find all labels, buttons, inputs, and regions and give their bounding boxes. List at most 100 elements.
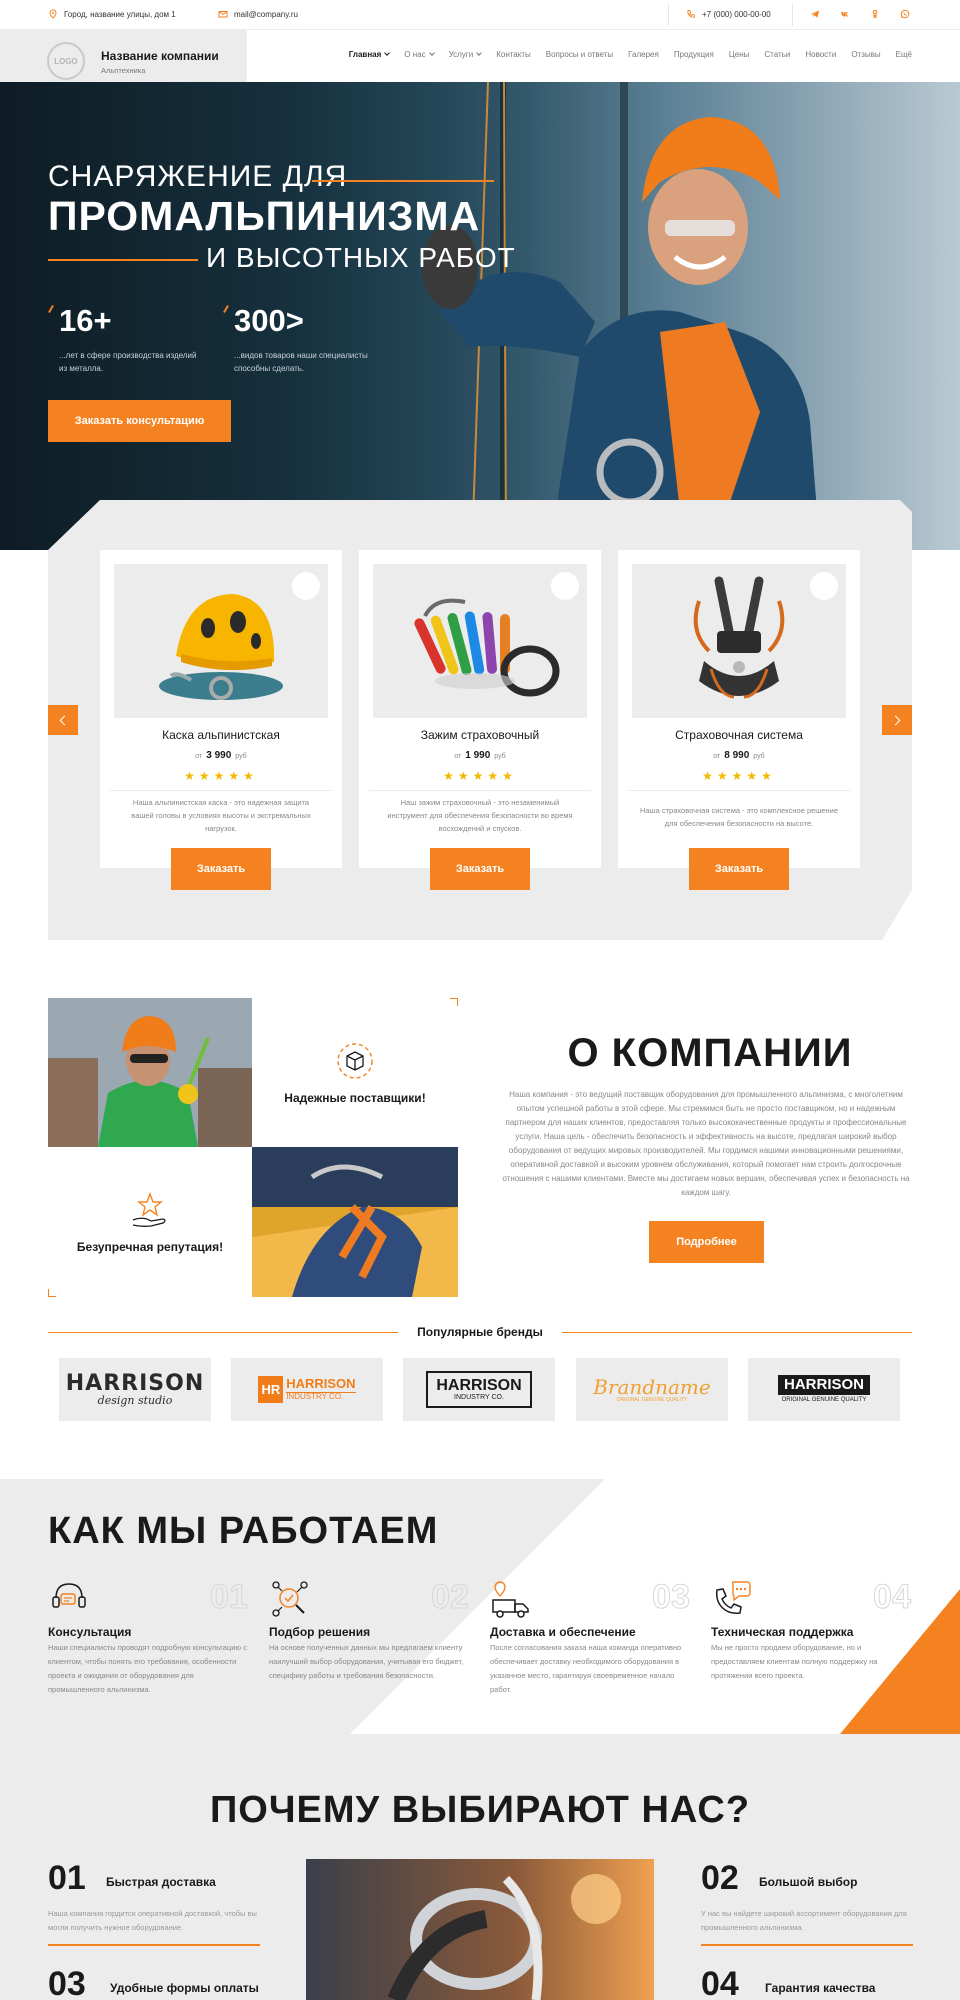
delivery-truck-icon bbox=[492, 1581, 529, 1618]
phone-icon bbox=[687, 10, 696, 18]
company-subtitle: Альптехника bbox=[101, 66, 146, 75]
order-consultation-button[interactable]: Заказать консультацию bbox=[48, 400, 231, 442]
box-icon bbox=[337, 1042, 373, 1079]
whatsapp-link[interactable] bbox=[900, 9, 910, 19]
why-item-title: Удобные формы оплаты bbox=[110, 1981, 259, 1995]
search-solution-icon bbox=[272, 1581, 308, 1617]
phone-link[interactable]: +7 (000) 000-00-00 bbox=[702, 10, 771, 19]
why-number: 04 bbox=[701, 1965, 739, 2000]
consultation-icon bbox=[52, 1583, 86, 1608]
step-description: Мы не просто продаем оборудование, но и … bbox=[711, 1643, 878, 1680]
ok-icon bbox=[872, 9, 878, 19]
support-phone-icon bbox=[716, 1581, 751, 1614]
order-button[interactable]: Заказать bbox=[430, 848, 530, 890]
mail-icon bbox=[218, 11, 228, 18]
feature-label: Надежные поставщики! bbox=[284, 1090, 426, 1105]
nav-item-prices[interactable]: Цены bbox=[729, 50, 750, 59]
product-description: Наш зажим страховочный - это незаменимый… bbox=[387, 798, 573, 833]
product-card: Зажим страховочный от 1 990 руб ★★★★★ Наш … bbox=[359, 550, 601, 890]
brand-logo[interactable]: HARRISON INDUSTRY CO. bbox=[403, 1358, 555, 1421]
logo[interactable]: LOGO bbox=[47, 42, 85, 80]
product-description: Наша страховочная система - это комплекс… bbox=[640, 806, 838, 828]
product-price: от 8 990 руб bbox=[713, 750, 765, 761]
feature-label: Безупречная репутация! bbox=[76, 1240, 224, 1254]
hero-rule-top bbox=[312, 180, 494, 182]
order-button[interactable]: Заказать bbox=[171, 848, 271, 890]
stat-years-number: 16+ bbox=[59, 303, 112, 338]
nav-item-services[interactable]: Услуги bbox=[449, 50, 483, 59]
step-description: На основе полученных данных мы предлагае… bbox=[269, 1643, 464, 1680]
brand-logo[interactable]: HR HARRISON INDUSTRY CO. bbox=[231, 1358, 383, 1421]
nav-item-news[interactable]: Новости bbox=[805, 50, 836, 59]
hero-rule-bottom bbox=[48, 259, 198, 261]
nav-item-more[interactable]: Ещё bbox=[896, 50, 912, 59]
address-item: Город, название улицы, дом 1 bbox=[48, 9, 176, 19]
telegram-link[interactable] bbox=[810, 9, 820, 19]
brand-logo[interactable]: HARRISON design studio bbox=[59, 1358, 211, 1421]
vk-link[interactable] bbox=[840, 9, 850, 19]
nav-item-reviews[interactable]: Отзывы bbox=[851, 50, 880, 59]
nav-item-faq[interactable]: Вопросы и ответы bbox=[546, 50, 613, 59]
product-price: от 1 990 руб bbox=[454, 750, 506, 761]
star-hand-icon bbox=[132, 1192, 166, 1227]
why-item-description: Наша компания гордится оперативной доста… bbox=[48, 1909, 257, 1932]
phone-item[interactable]: +7 (000) 000-00-00 bbox=[686, 9, 771, 19]
email-link[interactable]: mail@company.ru bbox=[234, 10, 298, 19]
nav-item-contacts[interactable]: Контакты bbox=[496, 50, 531, 59]
step-title: Консультация bbox=[48, 1625, 132, 1639]
nav-item-articles[interactable]: Статьи bbox=[764, 50, 790, 59]
site-header: LOGO Название компании Альптехника Главн… bbox=[0, 30, 960, 95]
step-number: 01 bbox=[210, 1578, 249, 1617]
hero-section: СНАРЯЖЕНИЕ ДЛЯ ПРОМАЛЬПИНИЗМА И ВЫСОТНЫХ… bbox=[0, 82, 960, 550]
step-number: 04 bbox=[873, 1578, 912, 1617]
product-image-clamp bbox=[373, 564, 587, 718]
nav-item-products[interactable]: Продукция bbox=[674, 50, 714, 59]
why-title: ПОЧЕМУ ВЫБИРАЮТ НАС? bbox=[209, 1789, 751, 1831]
rating-stars: ★★★★★ bbox=[184, 769, 258, 783]
why-number: 02 bbox=[701, 1859, 739, 1897]
how-title: КАК МЫ РАБОТАЕМ bbox=[48, 1510, 439, 1552]
chevron-down-icon bbox=[428, 50, 435, 56]
stat-products-text: ...видов товаров наши специалисты способ… bbox=[234, 351, 368, 373]
step-title: Доставка и обеспечение bbox=[490, 1625, 636, 1639]
why-item-description: У нас вы найдете широкий ассортимент обо… bbox=[701, 1909, 907, 1932]
nav-item-home[interactable]: Главная bbox=[349, 50, 391, 59]
carousel-next-button[interactable] bbox=[882, 705, 912, 735]
stat-years-text: ...лет в сфере производства изделий из м… bbox=[59, 351, 197, 373]
order-button[interactable]: Заказать bbox=[689, 848, 789, 890]
chevron-left-icon bbox=[59, 715, 70, 725]
product-description: Наша альпинистская каска - это надежная … bbox=[131, 798, 311, 833]
vk-icon bbox=[841, 12, 849, 17]
about-photo-harness bbox=[252, 1147, 458, 1297]
rating-stars: ★★★★★ bbox=[702, 769, 776, 783]
chevron-down-icon bbox=[384, 50, 391, 56]
feature-reputation: Безупречная репутация! bbox=[48, 1147, 252, 1297]
why-item-title: Гарантия качества bbox=[765, 1981, 876, 1995]
why-number: 01 bbox=[48, 1859, 86, 1897]
nav-item-about[interactable]: О нас bbox=[404, 50, 435, 59]
more-button[interactable]: Подробнее bbox=[649, 1221, 764, 1263]
carousel-prev-button[interactable] bbox=[48, 705, 78, 735]
product-card: Страховочная система от 8 990 руб ★★★★★ На… bbox=[618, 550, 860, 890]
step-number: 03 bbox=[652, 1578, 691, 1617]
about-photo-climber bbox=[48, 998, 252, 1147]
chevron-down-icon bbox=[476, 50, 483, 56]
product-price: от 3 990 руб bbox=[195, 750, 247, 761]
product-image-helmet bbox=[114, 564, 328, 718]
ok-link[interactable] bbox=[870, 9, 880, 19]
brand-logo[interactable]: Brandname ORIGINAL GENUINE QUALITY bbox=[576, 1358, 728, 1421]
product-title[interactable]: Каска альпинистская bbox=[100, 728, 342, 742]
telegram-icon bbox=[811, 10, 819, 18]
about-text: Наша компания - это ведущий поставщик об… bbox=[502, 1090, 910, 1197]
email-item[interactable]: mail@company.ru bbox=[218, 9, 298, 19]
nav-item-gallery[interactable]: Галерея bbox=[628, 50, 659, 59]
main-nav: Главная О нас Услуги Контакты Вопросы и … bbox=[349, 50, 912, 59]
product-title[interactable]: Страховочная система bbox=[618, 728, 860, 742]
rating-stars: ★★★★★ bbox=[443, 769, 517, 783]
product-title[interactable]: Зажим страховочный bbox=[359, 728, 601, 742]
top-bar: Город, название улицы, дом 1 mail@compan… bbox=[0, 0, 960, 30]
step-title: Техническая поддержка bbox=[711, 1625, 854, 1639]
hero-title-line3: И ВЫСОТНЫХ РАБОТ bbox=[206, 242, 516, 273]
brand-logo[interactable]: HARRISON ORIGINAL GENUINE QUALITY bbox=[748, 1358, 900, 1421]
hero-climber-photo bbox=[380, 82, 960, 550]
